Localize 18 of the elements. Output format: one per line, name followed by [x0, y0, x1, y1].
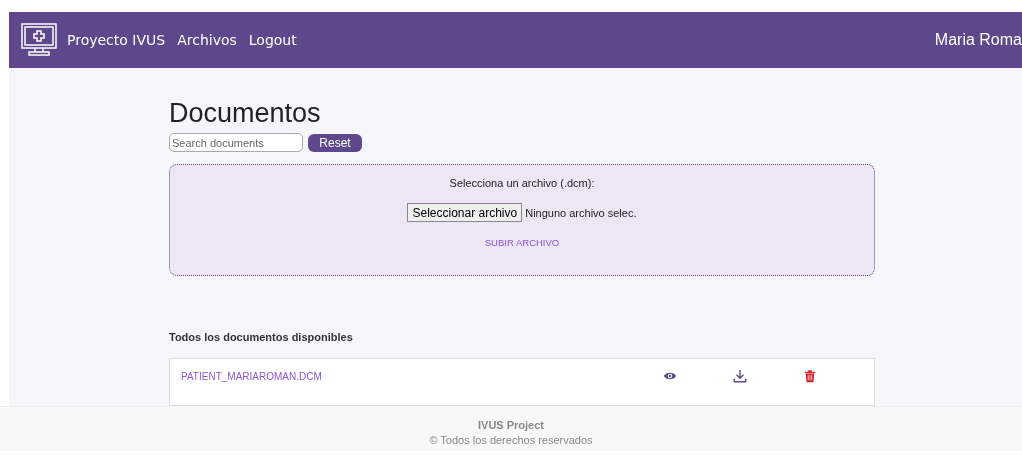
- trash-icon[interactable]: [803, 369, 817, 383]
- section-heading: Todos los documentos disponibles: [169, 331, 354, 345]
- download-icon[interactable]: [733, 369, 747, 383]
- file-select-button[interactable]: Seleccionar archivo: [407, 203, 523, 222]
- monitor-icon: [21, 23, 57, 57]
- brand-link[interactable]: Proyecto IVUS: [67, 32, 166, 48]
- upload-button[interactable]: SUBIR ARCHIVO: [478, 236, 566, 249]
- reset-button[interactable]: Reset: [308, 133, 362, 152]
- file-status: Ninguno archivo selec.: [525, 206, 637, 219]
- page-title: Documentos: [169, 98, 322, 130]
- copyright-text: © Todos los derechos reservados: [429, 434, 593, 446]
- nav-link[interactable]: Archivos: [177, 32, 237, 48]
- document-link[interactable]: PATIENT_MARIAROMAN.DCM: [181, 371, 663, 405]
- upload-prompt: Selecciona un archivo (.dcm):: [449, 177, 595, 189]
- user-name: Maria Roma: [934, 31, 1022, 49]
- footer-title: IVUS Project: [478, 419, 544, 431]
- nav-link[interactable]: Logout: [248, 32, 297, 48]
- search-field[interactable]: Search documents: [169, 133, 303, 152]
